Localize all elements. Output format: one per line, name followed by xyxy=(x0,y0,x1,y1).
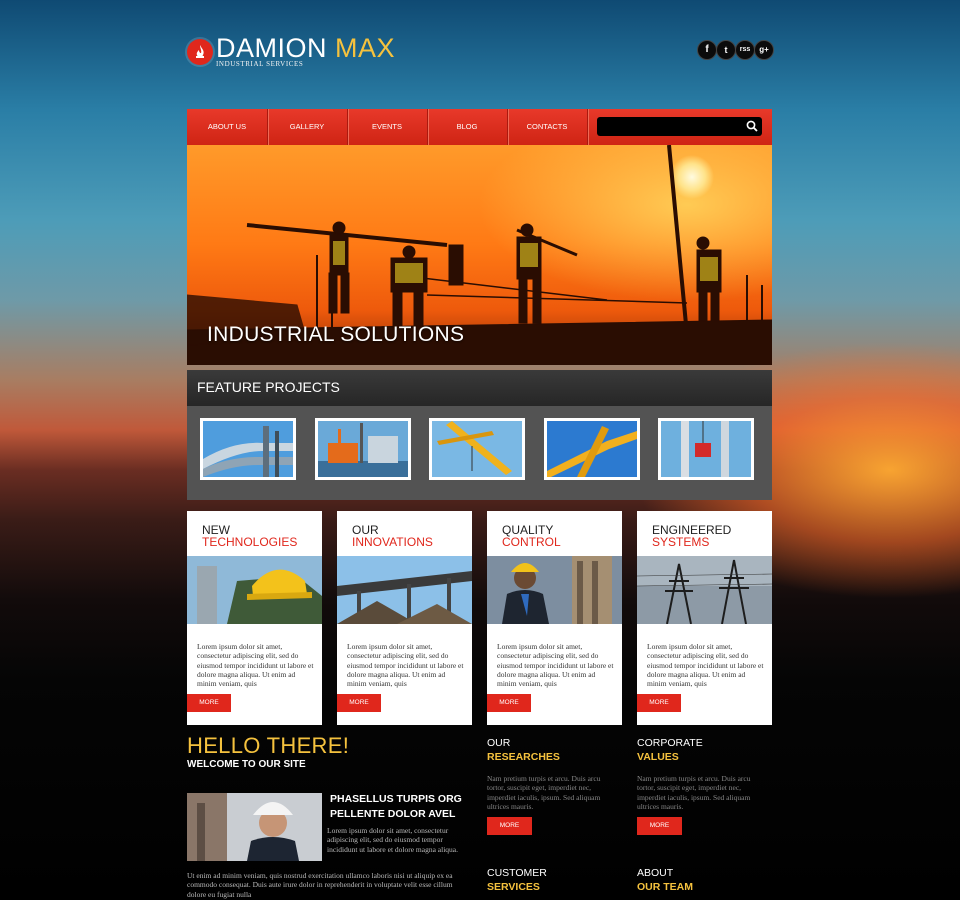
search-input[interactable] xyxy=(597,117,749,136)
search-icon[interactable] xyxy=(746,120,758,132)
more-button[interactable]: MORE xyxy=(637,694,681,712)
col-team-line2: OUR TEAM xyxy=(637,881,693,893)
col-researches-text: Nam pretium turpis et arcu. Duis arcu to… xyxy=(487,774,601,811)
col-values-line2: VALUES xyxy=(637,751,679,763)
nav-item-events[interactable]: EVENTS xyxy=(347,109,428,145)
more-button[interactable]: MORE xyxy=(487,694,531,712)
feature-heading-line2: PELLENTE DOLOR AVEL xyxy=(330,808,456,820)
project-thumb-pipes[interactable] xyxy=(200,418,296,480)
col-values-line1: CORPORATE xyxy=(637,737,703,749)
rss-icon[interactable]: rss xyxy=(735,40,755,60)
card-title-line2: INNOVATIONS xyxy=(352,535,433,549)
col-team-line1: ABOUT xyxy=(637,867,674,879)
project-thumb-lift[interactable] xyxy=(658,418,754,480)
feature-projects-title: FEATURE PROJECTS xyxy=(197,379,340,395)
project-thumb-crane[interactable] xyxy=(429,418,525,480)
twitter-icon[interactable]: t xyxy=(716,40,736,60)
project-thumb-tower-crane[interactable] xyxy=(544,418,640,480)
logo-icon[interactable] xyxy=(187,39,213,65)
nav-item-gallery[interactable]: GALLERY xyxy=(267,109,348,145)
card-image-engineer xyxy=(487,556,622,624)
card-title-line2: TECHNOLOGIES xyxy=(202,535,298,549)
col-services-line2: SERVICES xyxy=(487,881,540,893)
card-title-line2: CONTROL xyxy=(502,535,561,549)
card-image-conveyor xyxy=(337,556,472,624)
logo-tagline: INDUSTRIAL SERVICES xyxy=(216,60,304,68)
col-values-text: Nam pretium turpis et arcu. Duis arcu to… xyxy=(637,774,751,811)
card-text: Lorem ipsum dolor sit amet, consectetur … xyxy=(497,642,614,689)
researches-more-button[interactable]: MORE xyxy=(487,817,532,835)
feature-text: Lorem ipsum dolor sit amet, consectetur … xyxy=(327,826,459,854)
card-text: Lorem ipsum dolor sit amet, consectetur … xyxy=(197,642,314,689)
page: { "header": { "logo_main": "DAMION", "lo… xyxy=(0,0,960,900)
project-thumb-rig[interactable] xyxy=(315,418,411,480)
worker-portrait-image xyxy=(187,793,322,861)
facebook-icon[interactable]: f xyxy=(697,40,717,60)
values-more-button[interactable]: MORE xyxy=(637,817,682,835)
nav-item-contacts[interactable]: CONTACTS xyxy=(507,109,588,145)
feature-heading-line1: PHASELLUS TURPIS ORG xyxy=(330,793,462,805)
card-new-technologies: NEW TECHNOLOGIES Lorem ipsum dolor sit a… xyxy=(187,511,322,725)
card-image-power-lines xyxy=(637,556,772,624)
welcome-long-text: Ut enim ad minim veniam, quis nostrud ex… xyxy=(187,871,453,899)
col-researches-line2: RESEARCHES xyxy=(487,751,560,763)
card-engineered-systems: ENGINEERED SYSTEMS Lorem ipsum dolor sit… xyxy=(637,511,772,725)
nav-item-blog[interactable]: BLOG xyxy=(427,109,508,145)
col-services-line1: CUSTOMER xyxy=(487,867,547,879)
more-button[interactable]: MORE xyxy=(187,694,231,712)
hero-title: INDUSTRIAL SOLUTIONS xyxy=(207,323,465,346)
col-researches-line1: OUR xyxy=(487,737,511,749)
welcome-subtitle: WELCOME TO OUR SITE xyxy=(187,759,306,770)
more-button[interactable]: MORE xyxy=(337,694,381,712)
card-text: Lorem ipsum dolor sit amet, consectetur … xyxy=(647,642,764,689)
logo-accent-text: MAX xyxy=(335,33,396,63)
card-image-hardhat xyxy=(187,556,322,624)
card-text: Lorem ipsum dolor sit amet, consectetur … xyxy=(347,642,464,689)
search-box xyxy=(597,117,762,136)
card-quality-control: QUALITY CONTROL Lorem ipsum dolor sit am… xyxy=(487,511,622,725)
logo-main-text: DAMION xyxy=(216,33,327,63)
nav-item-about-us[interactable]: ABOUT US xyxy=(187,109,268,145)
google-plus-icon[interactable]: g+ xyxy=(754,40,774,60)
hello-title: HELLO THERE! xyxy=(187,733,350,758)
card-title-line2: SYSTEMS xyxy=(652,535,710,549)
card-our-innovations: OUR INNOVATIONS Lorem ipsum dolor sit am… xyxy=(337,511,472,725)
